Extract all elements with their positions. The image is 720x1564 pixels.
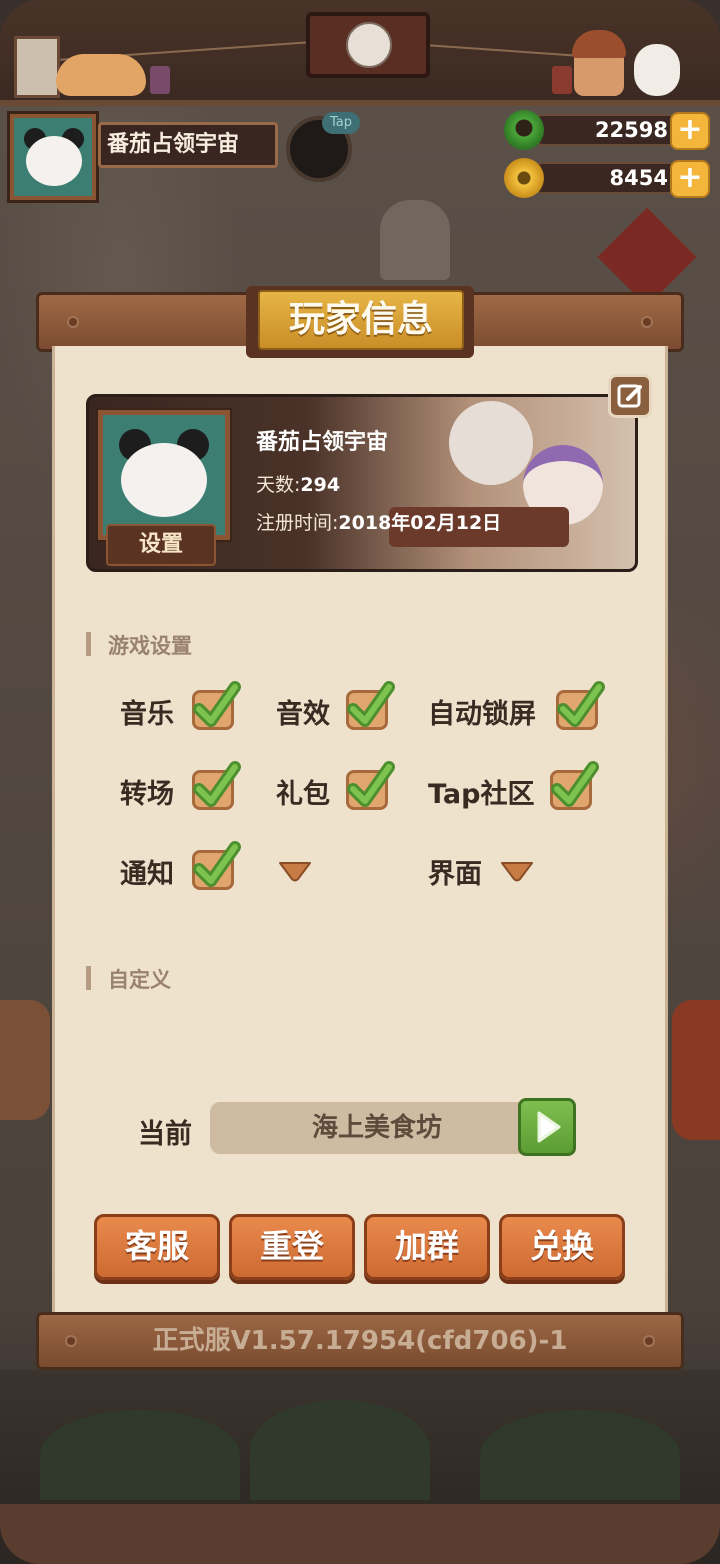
chevron-down-icon (501, 862, 533, 882)
bolt-icon (641, 316, 653, 328)
days-label: 天数: (256, 474, 301, 496)
option-transition-label: 转场 (120, 779, 174, 810)
tap-community-checkbox[interactable] (550, 761, 599, 810)
game-settings-heading: 游戏设置 (86, 630, 192, 660)
add-coin-button[interactable]: + (670, 160, 710, 198)
panda-face-icon (26, 136, 82, 186)
old-chef-character-icon (449, 401, 533, 485)
option-notify-label: 通知 (120, 859, 174, 890)
panda-face-icon (121, 443, 207, 517)
option-music-label: 音乐 (120, 699, 174, 730)
option-sfx-label: 音效 (276, 699, 330, 730)
player-name: 番茄占领宇宙 (98, 122, 278, 168)
checkmark-icon (193, 841, 241, 887)
register-label: 注册时间: (256, 512, 339, 534)
option-ui-label: 界面 (428, 859, 482, 890)
boy-character-icon (572, 30, 626, 96)
customer-service-button[interactable]: 客服 (94, 1214, 220, 1280)
seagull-icon (380, 200, 450, 280)
side-boat-icon (0, 1000, 50, 1120)
ui-dropdown[interactable] (500, 860, 534, 882)
add-jade-button[interactable]: + (670, 112, 710, 150)
bolt-icon (67, 316, 79, 328)
option-autolock-label: 自动锁屏 (428, 699, 536, 730)
sleeping-cat-icon (56, 54, 146, 96)
bolt-icon (65, 1335, 77, 1347)
register-value: 2018年02月12日 (338, 512, 502, 534)
bottom-scenery (0, 1370, 720, 1564)
music-checkbox[interactable] (192, 681, 241, 730)
apply-theme-button[interactable] (518, 1098, 576, 1156)
hanging-sign (306, 12, 430, 78)
bolt-icon (643, 1335, 655, 1347)
sfx-checkbox[interactable] (346, 681, 395, 730)
old-man-face-icon (346, 22, 392, 68)
top-banner (0, 0, 720, 106)
checkmark-icon (193, 761, 241, 807)
join-group-button[interactable]: 加群 (364, 1214, 490, 1280)
white-cat-icon (634, 44, 680, 96)
palm-tree-icon (40, 1410, 240, 1500)
panel-title: 玩家信息 (258, 290, 464, 350)
relogin-button[interactable]: 重登 (229, 1214, 355, 1280)
checkmark-icon (193, 681, 241, 727)
player-avatar[interactable] (10, 114, 96, 200)
palm-tree-icon (480, 1410, 680, 1500)
option-gift-label: 礼包 (276, 779, 330, 810)
notify-checkbox[interactable] (192, 841, 241, 890)
profile-avatar[interactable] (98, 410, 230, 540)
checkmark-icon (551, 761, 599, 807)
edit-profile-button[interactable] (608, 374, 652, 418)
days-row: 天数:294 (256, 470, 340, 497)
gift-checkbox[interactable] (346, 761, 395, 810)
profile-settings-button[interactable]: 设置 (106, 524, 216, 566)
transition-checkbox[interactable] (192, 761, 241, 810)
current-label: 当前 (138, 1119, 192, 1150)
checkmark-icon (557, 681, 605, 727)
checkmark-icon (347, 681, 395, 727)
option-tap-community-label: Tap社区 (428, 779, 535, 810)
autolock-checkbox[interactable] (556, 681, 605, 730)
palm-tree-icon (250, 1400, 430, 1500)
current-theme-select[interactable]: 海上美食坊 (210, 1102, 544, 1154)
coin-icon (504, 158, 544, 198)
jade-icon (504, 110, 544, 150)
version-text: 正式服V1.57.17954(cfd706)-1 (152, 1326, 568, 1356)
bottom-wood-bar (0, 1504, 720, 1564)
play-icon (537, 1111, 561, 1143)
cup-icon (552, 66, 572, 94)
custom-heading: 自定义 (86, 964, 171, 994)
checkmark-icon (347, 761, 395, 807)
unnamed-dropdown[interactable] (278, 860, 312, 882)
days-value: 294 (300, 474, 341, 496)
redeem-button[interactable]: 兑换 (499, 1214, 625, 1280)
tap-badge: Tap (322, 112, 360, 134)
edit-icon (617, 384, 642, 408)
chevron-down-icon (279, 862, 311, 882)
register-row: 注册时间:2018年02月12日 (256, 508, 501, 535)
paw-frame-icon (14, 36, 60, 98)
version-bar: 正式服V1.57.17954(cfd706)-1 (36, 1312, 684, 1370)
side-stall-icon (672, 1000, 720, 1140)
game-scene: 番茄占领宇宙 Tap 22598 + 8454 + 玩家信息 设置 番茄占领宇宙… (0, 0, 720, 1564)
profile-name: 番茄占领宇宙 (256, 430, 389, 455)
cup-icon (150, 66, 170, 94)
